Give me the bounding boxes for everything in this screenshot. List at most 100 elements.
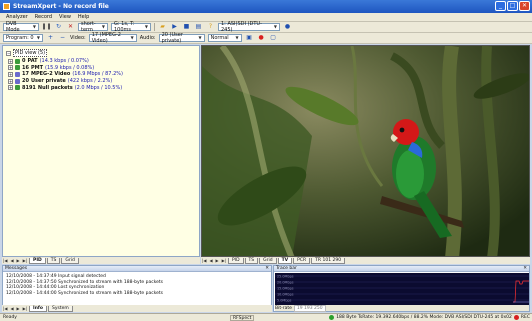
minimize-icon[interactable]: _ [495, 1, 506, 11]
tab-pcr[interactable]: PCR [293, 257, 311, 264]
audio-pid-select[interactable]: 20 (User private) ▼ [158, 32, 205, 44]
tab-prev-icon[interactable]: ◀ [208, 258, 213, 263]
stop-icon[interactable]: ■ [182, 23, 191, 31]
tree-item-null-packets[interactable]: + 8191 Null packets (2.0 Mbps / 10.5%) [6, 84, 199, 91]
add-icon[interactable]: + [46, 34, 55, 42]
pause-icon[interactable]: ❚❚ [41, 23, 51, 31]
tab-prev-icon[interactable]: ◀ [9, 258, 14, 263]
window-controls: _ □ ✕ [495, 1, 530, 11]
y-tick-label: 25.0Mbps [277, 275, 294, 279]
tab-next-icon[interactable]: ▶ [16, 258, 21, 263]
fullscreen-icon[interactable]: ▢ [269, 34, 278, 42]
trace-title: Trace bar [276, 266, 297, 271]
status-rec: REC [520, 315, 530, 320]
settings-icon[interactable]: ▤ [194, 23, 203, 31]
mode-select[interactable]: DVB Mode ▼ [3, 21, 39, 33]
tab-prev-icon[interactable]: ◀ [9, 306, 14, 311]
video-tab-strip: |◀ ◀ ▶ ▶| PID TS Grid TV PCR TR 101 290 [201, 257, 530, 264]
tab-last-icon[interactable]: ▶| [221, 258, 227, 263]
y-tick-label: 15.0Mbps [277, 287, 294, 291]
display-mode-select[interactable]: Normal ▼ [207, 34, 242, 42]
expand-icon[interactable]: + [8, 58, 13, 64]
signal-ok-icon [329, 315, 335, 320]
menu-help[interactable]: Help [78, 14, 89, 20]
left-tab-strip: |◀ ◀ ▶ ▶| PID TS Grid [2, 257, 200, 264]
folder-icon[interactable]: ▰ [158, 23, 167, 31]
pid-tree-pane: − PID view (5) + 0 PAT (14.3 kbps / 0.07… [2, 45, 200, 257]
audio-label: Audio: [139, 35, 156, 41]
tab-system[interactable]: System [47, 305, 73, 312]
close-icon[interactable]: ✕ [265, 266, 271, 271]
tab-tv[interactable]: TV [277, 257, 293, 264]
device-select[interactable]: 1: ASI(SDI (DTU-245) ▼ [218, 21, 280, 33]
maximize-icon[interactable]: □ [507, 1, 518, 11]
video-preview [201, 45, 530, 257]
tree-item-user-private[interactable]: + 20 User private (422 kbps / 2.2%) [6, 78, 199, 85]
pid-icon [15, 65, 20, 71]
collapse-icon[interactable]: − [6, 50, 11, 56]
status-rfspect: RFSpect [230, 314, 255, 321]
messages-title: Messages [5, 266, 28, 271]
tab-next-icon[interactable]: ▶ [16, 306, 21, 311]
menu-record[interactable]: Record [35, 14, 52, 20]
close-icon[interactable]: ✕ [519, 1, 530, 11]
trace-chart-svg: 25.0Mbps 20.0Mbps 15.0Mbps 10.0Mbps 5.0M… [275, 275, 529, 303]
tree-root-label: PID view (5) [13, 49, 48, 57]
tab-first-icon[interactable]: |◀ [2, 258, 8, 263]
tab-last-icon[interactable]: ▶| [22, 306, 28, 311]
chevron-down-icon: ▼ [101, 24, 105, 29]
expand-icon[interactable]: + [8, 85, 13, 91]
tree-item-pmt[interactable]: + 16 PMT (15.9 kbps / 0.08%) [6, 65, 199, 72]
tab-grid[interactable]: Grid [259, 257, 277, 264]
remove-icon[interactable]: − [58, 34, 67, 42]
record-status-icon [513, 315, 519, 320]
record-icon[interactable]: ● [257, 34, 266, 42]
tab-last-icon[interactable]: ▶| [22, 258, 28, 263]
tab-next-icon[interactable]: ▶ [215, 258, 220, 263]
snapshot-icon[interactable]: ▣ [245, 34, 254, 42]
info-icon[interactable]: ● [283, 23, 292, 31]
toolbar-separator [154, 23, 155, 31]
status-ready: Ready [3, 315, 17, 320]
pid-tree: − PID view (5) + 0 PAT (14.3 kbps / 0.07… [3, 46, 199, 91]
video-icon [15, 71, 20, 77]
tab-pid[interactable]: PID [228, 257, 244, 264]
window-title-bar[interactable]: StreamXpert - No record file _ □ ✕ [0, 0, 532, 13]
timing-select[interactable]: G: 1s, T: 100ms ▼ [111, 21, 151, 33]
messages-tab-strip: |◀ ◀ ▶ ▶| Info System [2, 305, 272, 312]
bitrate-row: Bit-rate 19 193 250 [275, 304, 529, 312]
reset-icon[interactable]: ✕ [66, 23, 75, 31]
chevron-down-icon: ▼ [36, 35, 40, 40]
tab-pid[interactable]: PID [29, 257, 46, 264]
short-term-select[interactable]: short-term ▼ [78, 21, 108, 33]
program-select[interactable]: Program: 0 ▼ [3, 34, 43, 42]
trace-bar-pane: Trace bar ✕ 25.0Mbps 20.0Mbps 15.0Mbps 1… [273, 265, 530, 312]
tab-ts[interactable]: TS [244, 257, 259, 264]
status-right: 188 Byte TsRate: 19.392.640bps / 88.2% M… [329, 315, 532, 320]
tab-tr101290[interactable]: TR 101 290 [311, 257, 346, 264]
status-stream-info: 188 Byte TsRate: 19.392.640bps / 88.2% M… [336, 315, 512, 320]
tree-item-pat[interactable]: + 0 PAT (14.3 kbps / 0.07%) [6, 58, 199, 65]
play-icon[interactable]: ▶ [170, 23, 179, 31]
expand-icon[interactable]: + [8, 78, 13, 84]
expand-icon[interactable]: + [8, 71, 13, 77]
tab-ts[interactable]: TS [46, 257, 61, 264]
message-line: 12/10/2008 - 14:44:00 Synchronized to st… [6, 290, 164, 296]
video-label: Video: [70, 35, 86, 41]
tree-item-video[interactable]: + 17 MPEG-2 Video (16.9 Mbps / 87.2%) [6, 71, 199, 78]
expand-icon[interactable]: + [8, 65, 13, 71]
menu-analyzer[interactable]: Analyzer [6, 14, 28, 20]
refresh-icon[interactable]: ↻ [54, 23, 63, 31]
close-icon[interactable]: ✕ [523, 266, 529, 271]
y-tick-label: 5.0Mbps [277, 299, 292, 303]
menu-view[interactable]: View [59, 14, 71, 20]
tab-first-icon[interactable]: |◀ [201, 258, 207, 263]
video-pid-select[interactable]: 17 (MPEG-2 Video) ▼ [88, 32, 137, 44]
tab-info[interactable]: Info [29, 305, 47, 312]
tab-first-icon[interactable]: |◀ [2, 306, 8, 311]
tree-root[interactable]: − PID view (5) [6, 49, 199, 57]
trace-chart: 25.0Mbps 20.0Mbps 15.0Mbps 10.0Mbps 5.0M… [275, 273, 529, 305]
help-icon[interactable]: ? [206, 23, 215, 31]
tab-grid[interactable]: Grid [61, 257, 79, 264]
bitrate-label: Bit-rate [275, 305, 292, 311]
